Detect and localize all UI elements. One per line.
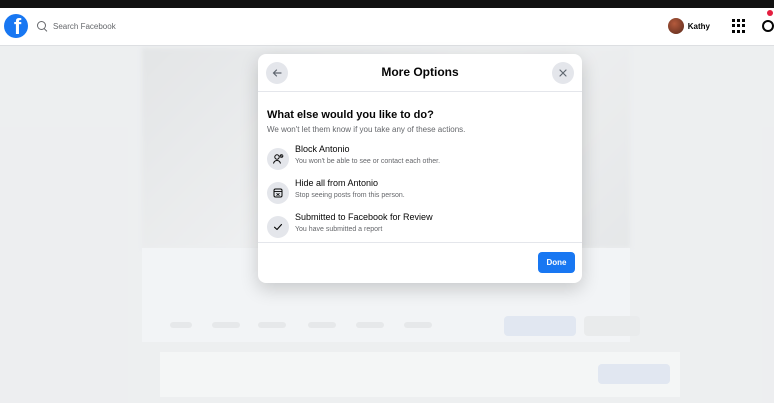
messenger-icon[interactable] — [762, 20, 774, 32]
dialog-header: More Options — [258, 54, 582, 92]
more-options-dialog: More Options What else would you like to… — [258, 54, 582, 283]
option-block-user[interactable]: Block Antonio You won't be able to see o… — [267, 144, 573, 174]
done-button[interactable]: Done — [538, 252, 575, 273]
option-description: Stop seeing posts from this person. — [295, 192, 405, 199]
search-icon — [37, 21, 47, 31]
option-title: Submitted to Facebook for Review — [295, 212, 433, 222]
dialog-title: More Options — [381, 65, 459, 79]
option-submitted-review: Submitted to Facebook for Review You hav… — [267, 212, 573, 242]
dialog-footer-divider — [258, 242, 582, 243]
top-navigation-bar: f Search Facebook Kathy — [0, 8, 774, 46]
option-hide-all[interactable]: Hide all from Antonio Stop seeing posts … — [267, 178, 573, 208]
dialog-question: What else would you like to do? — [267, 109, 434, 121]
avatar[interactable] — [667, 18, 684, 34]
block-user-icon — [267, 148, 289, 170]
close-icon — [559, 69, 567, 77]
dialog-subtext: We won't let them know if you take any o… — [267, 125, 466, 134]
profile-name-link[interactable]: Kathy — [688, 22, 710, 31]
option-title: Hide all from Antonio — [295, 178, 379, 188]
facebook-logo-letter: f — [13, 14, 22, 38]
right-navigation: Kathy — [667, 14, 774, 38]
option-description: You won't be able to see or contact each… — [295, 158, 441, 165]
option-description: You have submitted a report — [295, 226, 383, 233]
notification-badge — [767, 10, 773, 16]
search-input[interactable]: Search Facebook — [53, 22, 116, 31]
checkmark-icon — [267, 216, 289, 238]
window-top-strip — [0, 0, 774, 8]
option-title: Block Antonio — [295, 144, 350, 154]
hide-icon — [267, 182, 289, 204]
menu-grid-icon[interactable] — [732, 19, 746, 33]
facebook-logo-icon[interactable]: f — [4, 14, 28, 38]
search-box[interactable]: Search Facebook — [33, 14, 193, 38]
close-button[interactable] — [552, 62, 574, 84]
